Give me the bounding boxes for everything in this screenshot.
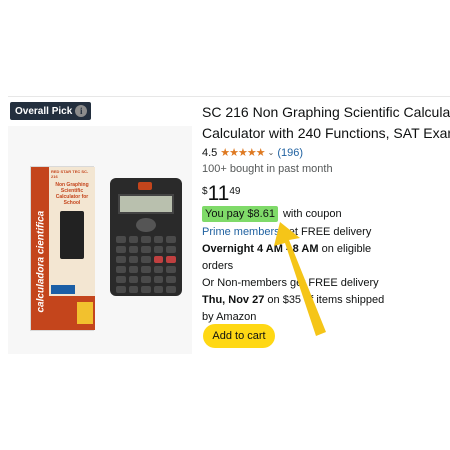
star-rating-icon: ★★★★★ (220, 147, 265, 159)
bought-count: 100+ bought in past month (202, 163, 333, 175)
calculator-image (110, 178, 182, 296)
title-line-1: SC 216 Non Graphing Scientific Calculat (202, 104, 450, 120)
coupon-row: You pay $8.61 with coupon (202, 206, 342, 222)
calculator-box-image: calculadora cientifica RED STAR TEC SC-2… (30, 166, 95, 331)
overnight-text: on eligible (321, 243, 372, 255)
add-to-cart-button[interactable]: Add to cart (203, 324, 275, 348)
rating-value: 4.5 (202, 146, 218, 159)
prime-delivery-text: get FREE delivery (282, 226, 372, 238)
price-fraction: 49 (229, 186, 241, 197)
product-image[interactable]: calculadora cientifica RED STAR TEC SC-2… (8, 126, 192, 354)
badge-label: Overall Pick (15, 105, 73, 117)
prime-members-link[interactable]: Prime members (202, 226, 280, 238)
box-brand-text: RED STAR TEC SC-216 (51, 169, 89, 179)
orders-text: orders (202, 260, 234, 272)
info-icon[interactable]: i (75, 105, 88, 117)
title-line-2: Calculator with 240 Functions, SAT Exan (202, 125, 450, 141)
rating-row[interactable]: 4.5 ★★★★★ ⌄ (196) (202, 146, 303, 160)
delivery-date-text: on $35 of items shipped (267, 294, 385, 306)
price-whole: 11 (207, 182, 230, 205)
nonmember-delivery-text: Or Non-members get FREE delivery (202, 277, 379, 289)
delivery-date: Thu, Nov 27 (202, 294, 265, 306)
delivery-info: Prime members get FREE delivery Overnigh… (202, 224, 442, 326)
chevron-down-icon[interactable]: ⌄ (268, 148, 275, 157)
overnight-window: Overnight 4 AM - 8 AM (202, 243, 319, 255)
product-title-link[interactable]: SC 216 Non Graphing Scientific Calculat … (202, 102, 450, 144)
coupon-badge: You pay $8.61 (202, 206, 278, 222)
price: $ 11 49 (202, 183, 241, 205)
box-title-text: Non Graphing Scientific Calculator for S… (55, 181, 89, 206)
review-count-link[interactable]: (196) (277, 147, 303, 159)
overall-pick-badge: Overall Pick i (10, 102, 92, 120)
coupon-text: with coupon (282, 208, 342, 220)
box-spine-text: calculadora cientifica (35, 210, 47, 313)
